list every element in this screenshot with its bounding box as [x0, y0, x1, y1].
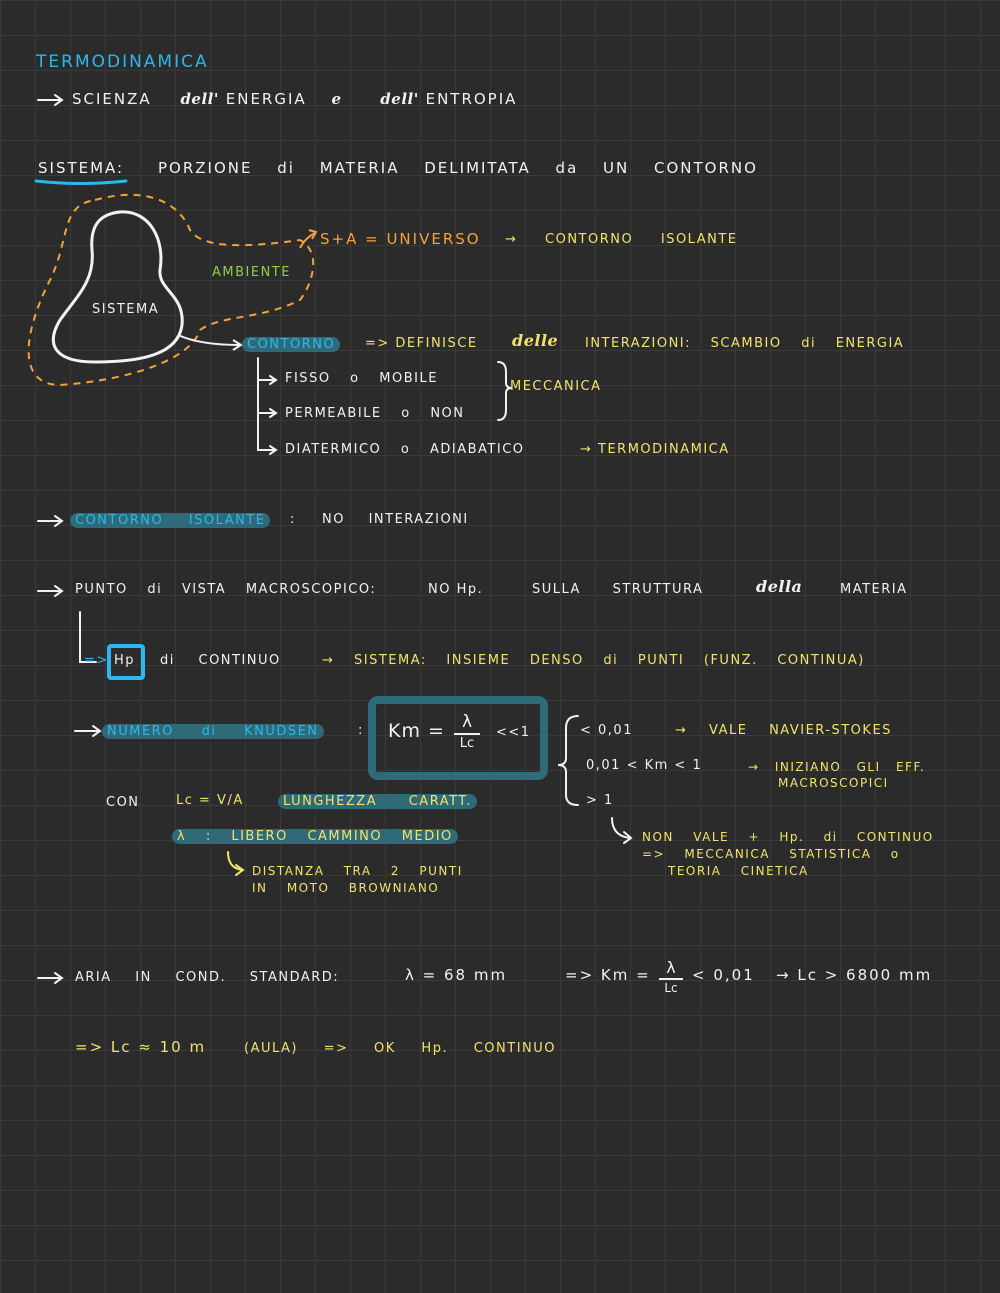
aria-standard: ARIA IN COND. STANDARD:: [75, 970, 340, 985]
diagram-ambiente-label: AMBIENTE: [212, 265, 291, 280]
fisso-mobile: FISSO o MOBILE: [285, 371, 438, 386]
hp-label: Hp: [114, 653, 136, 668]
conclusion-rest: (AULA) => OK Hp. CONTINUO: [244, 1041, 556, 1056]
sistema-definition: PORZIONE di MATERIA DELIMITATA da UN CON…: [158, 159, 758, 177]
universo-note: → CONTORNO ISOLANTE: [505, 232, 738, 247]
aria-lambda: λ = 68 mm: [405, 966, 508, 984]
diagram-drawings: [27, 94, 633, 984]
lunghezza-caratteristica: LUNGHEZZA CARATT.: [278, 794, 477, 809]
lambda-note-2: IN MOTO BROWNIANO: [252, 881, 440, 895]
formula-fraction: λ Lc: [454, 714, 480, 750]
conclusion-lc: => Lc ≈ 10 m: [75, 1038, 207, 1056]
page-title: TERMODINAMICA: [36, 52, 209, 72]
case-1: < 0,01: [580, 723, 633, 738]
intro-line: SCIENZA dell' ENERGIA e dell' ENTROPIA: [72, 90, 518, 108]
interazioni-text: INTERAZIONI: SCAMBIO di ENERGIA: [585, 336, 905, 351]
formula-lhs: Km =: [388, 720, 445, 742]
contorno-definition: => DEFINISCE: [365, 336, 478, 351]
della-text: della: [756, 577, 803, 596]
delle-text: delle: [512, 331, 559, 350]
contorno-isolante-label: CONTORNO ISOLANTE: [70, 513, 271, 528]
diagram-sistema-label: SISTEMA: [92, 302, 160, 317]
diatermico-adiabatico: DIATERMICO o ADIABATICO: [285, 442, 525, 457]
case-2: 0,01 < Km < 1: [586, 758, 703, 773]
case-1-note: → VALE NAVIER-STOKES: [675, 723, 892, 738]
termodinamica-note: → TERMODINAMICA: [580, 442, 730, 457]
cases-brace: [557, 715, 579, 806]
materia-text: MATERIA: [840, 582, 908, 597]
case-3-note-1: NON VALE + Hp. di CONTINUO: [642, 830, 934, 844]
formula-rhs: <<1: [496, 725, 531, 740]
case-2-note-1: → INIZIANO GLI EFF.: [748, 760, 926, 774]
sistema-insieme: → SISTEMA: INSIEME DENSO di PUNTI (FUNZ.…: [322, 653, 865, 668]
lc-definition: Lc = V/A: [176, 793, 244, 808]
universe-boundary: [27, 193, 315, 387]
sistema-underline: [34, 179, 128, 185]
no-interazioni: NO INTERAZIONI: [322, 512, 469, 527]
contorno-label: CONTORNO: [242, 337, 341, 352]
system-boundary: [51, 210, 184, 364]
no-hp: NO Hp.: [428, 582, 484, 597]
case-2-note-2: MACROSCOPICI: [778, 776, 889, 790]
meccanica-label: MECCANICA: [510, 379, 602, 394]
case-3-note-3: TEORIA CINETICA: [668, 864, 809, 878]
permeabile-non: PERMEABILE o NON: [285, 406, 465, 421]
universo-label: S+A = UNIVERSO: [320, 230, 481, 248]
case-3: > 1: [586, 793, 614, 808]
con-label: CON: [106, 795, 140, 810]
aria-km-rhs: < 0,01: [692, 966, 755, 984]
lambda-note-1: DISTANZA TRA 2 PUNTI: [252, 864, 463, 878]
sulla-struttura: SULLA STRUTTURA: [532, 582, 704, 597]
aria-km-lhs: => Km =: [565, 966, 651, 984]
sistema-heading: SISTEMA:: [38, 159, 125, 177]
di-continuo: di CONTINUO: [160, 653, 281, 668]
numero-knudsen-label: NUMERO di KNUDSEN: [102, 724, 324, 739]
aria-km-fraction: λ Lc: [659, 960, 683, 994]
punto-di-vista: PUNTO di VISTA MACROSCOPICO:: [75, 582, 377, 597]
aria-lc-result: → Lc > 6800 mm: [776, 966, 933, 984]
arrow-icon: [37, 94, 64, 106]
lambda-definition: λ : LIBERO CAMMINO MEDIO: [172, 829, 458, 844]
case-3-note-2: => MECCANICA STATISTICA o: [642, 847, 900, 861]
